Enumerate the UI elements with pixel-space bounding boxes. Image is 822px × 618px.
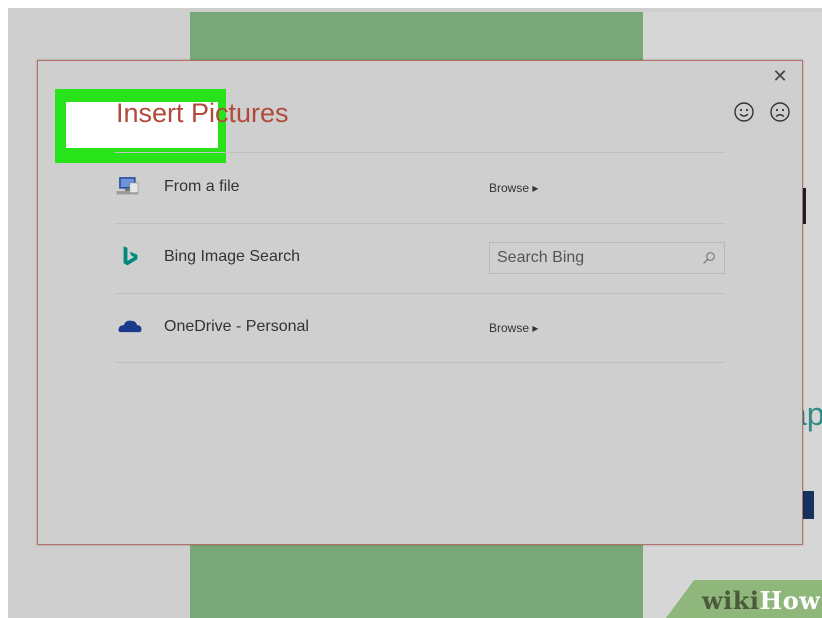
computer-icon: [116, 177, 139, 195]
bing-search-box[interactable]: [489, 242, 725, 274]
dialog-title: Insert Pictures: [116, 98, 289, 128]
source-row-bing[interactable]: Bing Image Search: [115, 223, 727, 293]
bing-search-input[interactable]: [490, 243, 697, 273]
onedrive-label: OneDrive - Personal: [164, 318, 309, 335]
source-row-onedrive[interactable]: OneDrive - Personal Browse ▸: [115, 293, 727, 363]
wikihow-watermark: wikiHow: [702, 586, 820, 615]
onedrive-browse-link[interactable]: Browse ▸: [489, 321, 538, 335]
watermark-how: How: [759, 586, 821, 615]
close-icon[interactable]: ✕: [770, 66, 790, 86]
smiley-icon[interactable]: [733, 101, 755, 123]
row-divider: [115, 362, 725, 363]
from-file-label[interactable]: From a file: [164, 178, 240, 196]
search-icon[interactable]: [702, 251, 716, 265]
watermark-wiki: wiki: [702, 586, 760, 615]
source-row-from-file[interactable]: From a file Browse ▸: [115, 153, 727, 223]
bing-icon: [123, 246, 138, 266]
frown-icon[interactable]: [769, 101, 791, 123]
onedrive-cloud-icon: [118, 320, 142, 333]
bing-search-label: Bing Image Search: [164, 248, 301, 265]
insert-pictures-dialog-content: ✕ Insert Pictures From a file Browse ▸ B…: [37, 60, 803, 545]
from-file-browse-link[interactable]: Browse ▸: [489, 181, 538, 195]
